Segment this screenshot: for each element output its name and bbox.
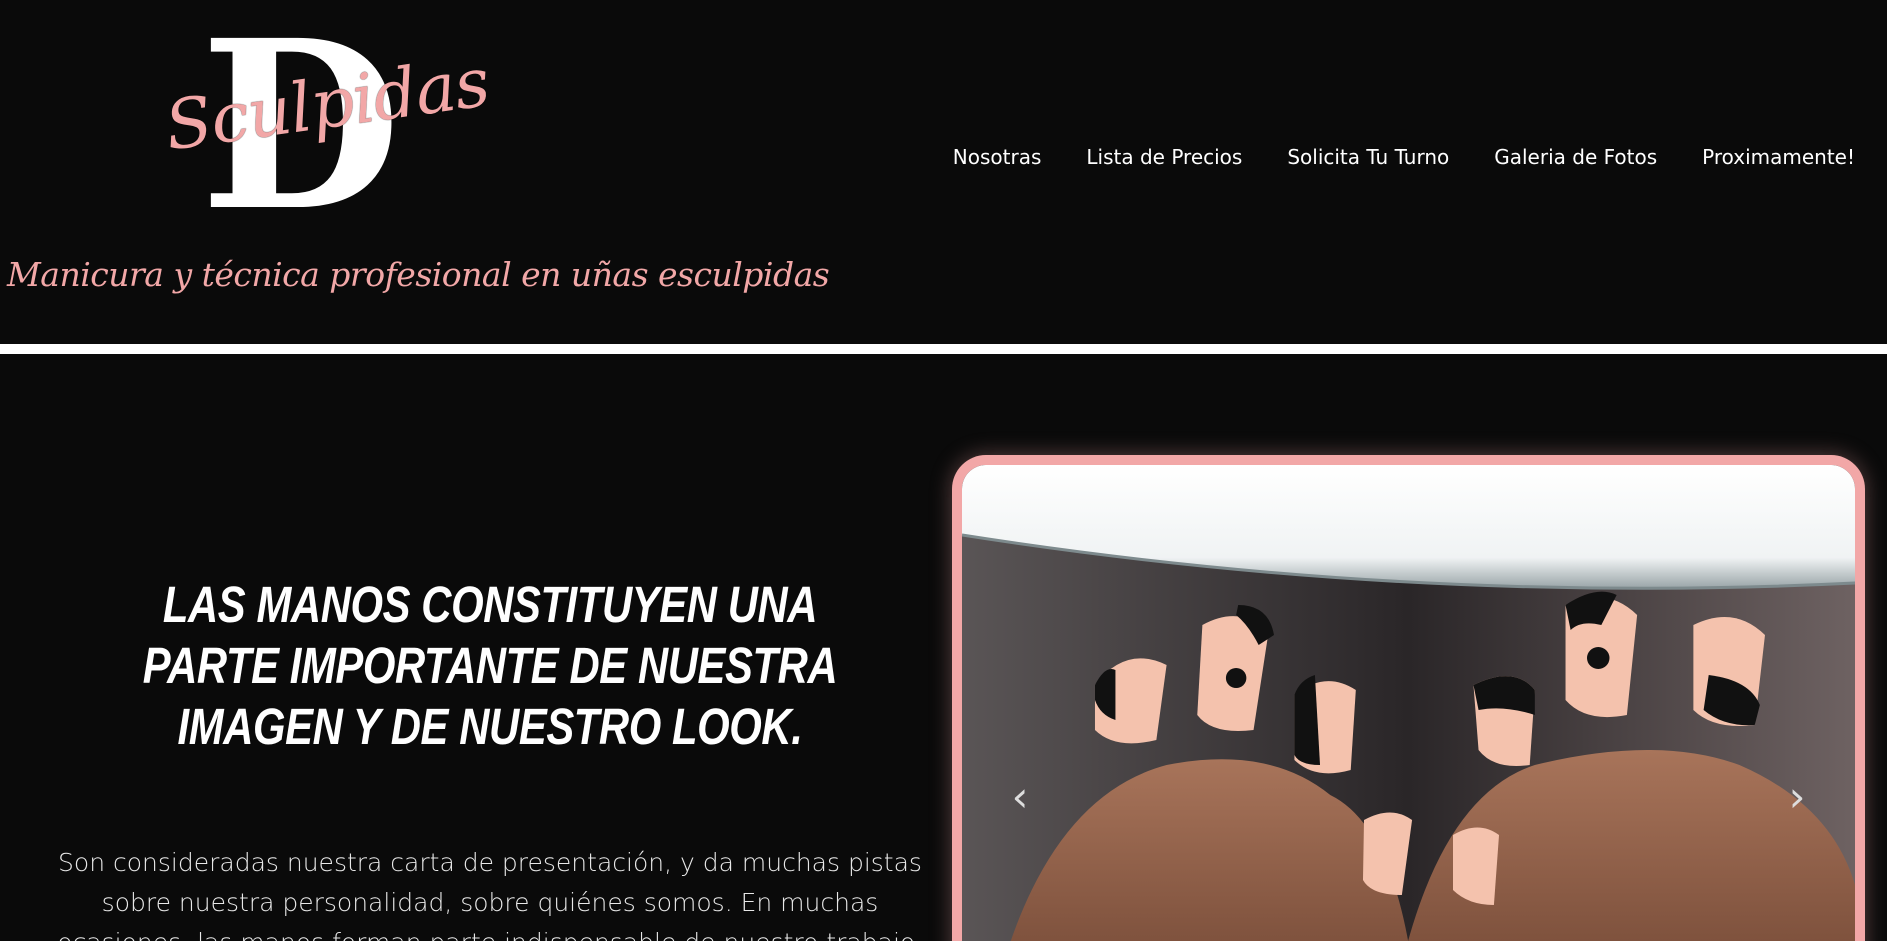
nav-item-galeria-de-fotos[interactable]: Galeria de Fotos (1494, 145, 1657, 169)
hero-headline: LAS MANOS CONSTITUYEN UNA PARTE IMPORTAN… (142, 576, 838, 756)
site-header: D Sculpidas Manicura y técnica profesion… (0, 0, 1887, 344)
nav-item-nosotras[interactable]: Nosotras (953, 145, 1042, 169)
chevron-right-icon: › (1788, 772, 1806, 821)
header-divider (0, 344, 1887, 354)
page: D Sculpidas Manicura y técnica profesion… (0, 0, 1887, 941)
main-nav: Nosotras Lista de Precios Solicita Tu Tu… (953, 145, 1855, 169)
chevron-left-icon: ‹ (1011, 772, 1029, 821)
brand-tagline: Manicura y técnica profesional en uñas e… (7, 255, 830, 294)
slider-next-button[interactable]: › (1777, 771, 1817, 823)
hero-body-text: Son consideradas nuestra carta de presen… (57, 848, 922, 941)
slider-prev-button[interactable]: ‹ (1000, 771, 1040, 823)
nav-item-solicita-tu-turno[interactable]: Solicita Tu Turno (1287, 145, 1449, 169)
brand-logo[interactable]: D Sculpidas (150, 10, 493, 242)
nav-item-proximamente[interactable]: Proximamente! (1702, 145, 1855, 169)
image-slider[interactable]: ‹ › (952, 455, 1865, 941)
slide-image (962, 465, 1855, 941)
nav-item-lista-de-precios[interactable]: Lista de Precios (1086, 145, 1242, 169)
